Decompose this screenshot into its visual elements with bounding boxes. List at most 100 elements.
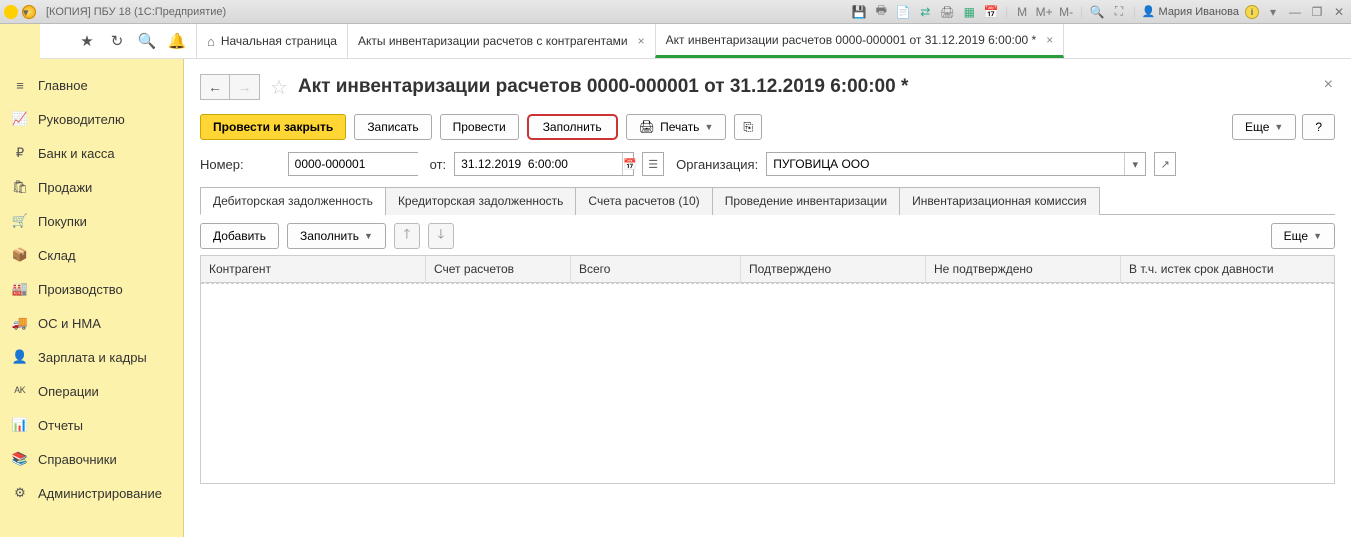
sidebar: ≡ Главное 📈Руководителю₽Банк и касса🛍Прода… xyxy=(0,24,184,537)
open-org-icon[interactable]: ↗ xyxy=(1154,152,1176,176)
print-button[interactable]: 🖨Печать▼ xyxy=(626,114,727,140)
sidebar-item[interactable]: 📈Руководителю xyxy=(0,102,183,136)
calendar-icon[interactable]: 📅 xyxy=(983,4,999,20)
list-picker-icon[interactable]: ☰ xyxy=(642,152,664,176)
doc-tab[interactable]: Счета расчетов (10) xyxy=(575,187,712,215)
apps-icon[interactable] xyxy=(42,26,72,56)
sidebar-item[interactable]: ≡ Главное xyxy=(0,68,183,102)
restore-icon[interactable]: ❐ xyxy=(1309,4,1325,20)
date-input[interactable] xyxy=(455,153,622,175)
close-window-icon[interactable]: ✕ xyxy=(1331,4,1347,20)
nav-back-button[interactable]: ← xyxy=(200,74,230,100)
fill-table-label: Заполнить xyxy=(300,229,359,243)
chevron-down-icon: ▼ xyxy=(704,122,713,132)
sidebar-item[interactable]: 🏭Производство xyxy=(0,272,183,306)
structure-button[interactable]: ⎘ xyxy=(734,114,762,140)
sidebar-label: Отчеты xyxy=(38,418,83,433)
date-input-wrap: 📅 xyxy=(454,152,634,176)
help-button[interactable]: ? xyxy=(1302,114,1335,140)
column-header[interactable]: Всего xyxy=(571,256,741,282)
history-icon[interactable]: ↻ xyxy=(102,26,132,56)
compare-icon[interactable]: ⇄ xyxy=(917,4,933,20)
user-label[interactable]: 👤 Мария Иванова xyxy=(1142,5,1239,18)
sidebar-item[interactable]: ᴬᴷ Операции xyxy=(0,374,183,408)
sidebar-item[interactable]: 📚Справочники xyxy=(0,442,183,476)
post-button[interactable]: Провести xyxy=(440,114,519,140)
chevron-down-icon: ▼ xyxy=(364,231,373,241)
m-plus-button[interactable]: M+ xyxy=(1036,4,1052,20)
chevron-down-icon: ▼ xyxy=(1313,231,1322,241)
action-bar: Провести и закрыть Записать Провести Зап… xyxy=(200,114,1335,140)
save-icon[interactable]: 💾 xyxy=(851,4,867,20)
close-document-icon[interactable]: × xyxy=(1324,76,1333,94)
sidebar-label: Администрирование xyxy=(38,486,162,501)
content-area: × ← → ☆ Акт инвентаризации расчетов 0000… xyxy=(184,24,1351,537)
sidebar-icon: ⚙ xyxy=(12,485,28,501)
document-icon[interactable]: 📄 xyxy=(895,4,911,20)
document-title: Акт инвентаризации расчетов 0000-000001 … xyxy=(298,76,908,98)
favorite-star-icon[interactable]: ☆ xyxy=(270,75,288,100)
post-and-close-button[interactable]: Провести и закрыть xyxy=(200,114,346,140)
sidebar-label: Продажи xyxy=(38,180,92,195)
org-input-wrap: ▾ xyxy=(766,152,1146,176)
sidebar-item[interactable]: 🛒Покупки xyxy=(0,204,183,238)
org-label: Организация: xyxy=(676,157,758,172)
sidebar-item[interactable]: 📊Отчеты xyxy=(0,408,183,442)
doc-tab[interactable]: Кредиторская задолженность xyxy=(385,187,576,215)
grid-body[interactable] xyxy=(201,283,1334,483)
minimize-icon[interactable]: — xyxy=(1287,4,1303,20)
document-tabs: Дебиторская задолженностьКредиторская за… xyxy=(200,186,1335,215)
doc-tab[interactable]: Дебиторская задолженность xyxy=(200,187,386,215)
doc-tab[interactable]: Проведение инвентаризации xyxy=(712,187,900,215)
dropdown-icon[interactable]: ▾ xyxy=(1265,4,1281,20)
column-header[interactable]: Счет расчетов xyxy=(426,256,571,282)
fill-table-button[interactable]: Заполнить ▼ xyxy=(287,223,386,249)
fullscreen-icon[interactable]: ⛶ xyxy=(1111,4,1127,20)
sidebar-item[interactable]: ⚙ Администрирование xyxy=(0,476,183,510)
org-input[interactable] xyxy=(767,153,1124,175)
calc-icon[interactable]: ▦ xyxy=(961,4,977,20)
sidebar-label: Главное xyxy=(38,78,88,93)
app-dot-icon xyxy=(4,5,18,19)
window-title: [КОПИЯ] ПБУ 18 (1С:Предприятие) xyxy=(46,6,226,18)
printer2-icon[interactable]: 🖨 xyxy=(939,4,955,20)
sidebar-item[interactable]: 🚚ОС и НМА xyxy=(0,306,183,340)
sidebar-item[interactable]: 🛍Продажи xyxy=(0,170,183,204)
doc-tab[interactable]: Инвентаризационная комиссия xyxy=(899,187,1100,215)
column-header[interactable]: В т.ч. истек срок давности xyxy=(1121,256,1321,282)
column-header[interactable]: Подтверждено xyxy=(741,256,926,282)
fill-button[interactable]: Заполнить xyxy=(527,114,618,140)
sidebar-item[interactable]: 👤Зарплата и кадры xyxy=(0,340,183,374)
sidebar-icon: 👤 xyxy=(12,349,28,365)
user-name: Мария Иванова xyxy=(1159,6,1239,18)
dropdown-icon[interactable]: ▾ xyxy=(1124,153,1145,175)
search-icon[interactable]: 🔍 xyxy=(132,26,162,56)
app-dropdown-icon[interactable]: ▾ xyxy=(22,5,36,19)
print-label: Печать xyxy=(660,120,699,134)
column-header[interactable]: Не подтверждено xyxy=(926,256,1121,282)
star-icon[interactable]: ★ xyxy=(72,26,102,56)
sidebar-item[interactable]: ₽Банк и касса xyxy=(0,136,183,170)
sidebar-label: Справочники xyxy=(38,452,117,467)
m-minus-button[interactable]: M- xyxy=(1058,4,1074,20)
form-row-header: Номер: от: 📅 ☰ Организация: ▾ ↗ xyxy=(200,152,1335,176)
save-button[interactable]: Записать xyxy=(354,114,431,140)
m-button[interactable]: M xyxy=(1014,4,1030,20)
print-icon[interactable]: 🖶 xyxy=(873,4,889,20)
sidebar-icon: ᴬᴷ xyxy=(12,383,28,399)
sidebar-label: Операции xyxy=(38,384,99,399)
column-header[interactable]: Контрагент xyxy=(201,256,426,282)
zoom-icon[interactable]: 🔍 xyxy=(1089,4,1105,20)
sidebar-icon: ≡ xyxy=(12,77,28,93)
sidebar-icon: 📈 xyxy=(12,111,28,127)
table-more-button[interactable]: Еще▼ xyxy=(1271,223,1335,249)
move-down-button[interactable]: 🡓 xyxy=(428,223,454,249)
nav-forward-button[interactable]: → xyxy=(230,74,260,100)
add-row-button[interactable]: Добавить xyxy=(200,223,279,249)
move-up-button[interactable]: 🡑 xyxy=(394,223,420,249)
info-icon[interactable]: i xyxy=(1245,5,1259,19)
more-button[interactable]: Еще▼ xyxy=(1232,114,1296,140)
calendar-picker-icon[interactable]: 📅 xyxy=(622,153,637,175)
data-grid: КонтрагентСчет расчетовВсегоПодтверждено… xyxy=(200,255,1335,484)
sidebar-item[interactable]: 📦Склад xyxy=(0,238,183,272)
